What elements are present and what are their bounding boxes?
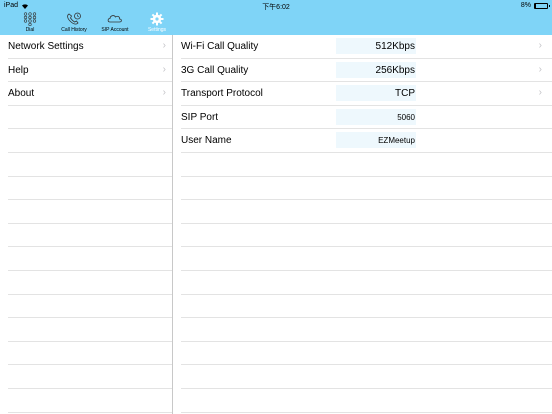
chevron-right-icon: › <box>162 40 166 51</box>
sidebar-item-about[interactable]: About › <box>8 82 172 106</box>
setting-row-transport-protocol[interactable]: Transport Protocol TCP › <box>181 82 552 106</box>
setting-row-3g-call-quality[interactable]: 3G Call Quality 256Kbps › <box>181 59 552 83</box>
empty-row <box>181 247 552 271</box>
tab-call-history[interactable]: Call History <box>56 12 92 35</box>
empty-row <box>181 177 552 201</box>
empty-row <box>181 153 552 177</box>
cloud-icon <box>107 15 122 23</box>
empty-row <box>181 342 552 366</box>
setting-value: 512Kbps <box>336 38 416 54</box>
status-bar: iPad 下午6:02 8% <box>0 0 552 12</box>
sip-port-field[interactable]: 5060 <box>336 108 416 125</box>
setting-value: 256Kbps <box>336 61 416 78</box>
battery-percent: 8% <box>520 2 531 9</box>
empty-row <box>181 389 552 413</box>
empty-row <box>8 318 172 342</box>
empty-row <box>8 271 172 295</box>
header-bar: iPad 下午6:02 8% Dial Call History SIP Acc… <box>0 0 552 38</box>
empty-row <box>8 365 172 389</box>
setting-label: SIP Port <box>181 111 219 123</box>
empty-row <box>8 200 172 224</box>
chevron-right-icon: › <box>538 40 542 51</box>
user-name-field[interactable]: EZMeetup <box>336 132 416 149</box>
tab-dial[interactable]: Dial <box>16 12 44 35</box>
settings-sidebar: Network Settings › Help › About › <box>8 35 172 414</box>
chevron-right-icon: › <box>538 87 542 99</box>
empty-row <box>8 153 172 177</box>
tab-dial-label: Dial <box>25 27 35 33</box>
empty-row <box>8 177 172 201</box>
empty-row <box>8 342 172 366</box>
setting-label: User Name <box>181 135 232 147</box>
empty-row <box>181 200 552 224</box>
sidebar-item-help[interactable]: Help › <box>8 59 172 83</box>
sidebar-item-label: About <box>8 88 35 100</box>
empty-row <box>8 106 172 130</box>
sidebar-item-label: Help <box>8 64 29 76</box>
battery-icon <box>534 2 550 9</box>
chevron-right-icon: › <box>162 63 166 75</box>
empty-row <box>181 271 552 295</box>
tab-call-history-label: Call History <box>61 27 87 33</box>
empty-row <box>181 224 552 248</box>
tab-sip-account[interactable]: SIP Account <box>97 12 133 35</box>
tab-sip-account-label: SIP Account <box>101 27 129 33</box>
chevron-right-icon: › <box>538 63 542 75</box>
empty-row <box>181 295 552 319</box>
empty-row <box>8 247 172 271</box>
keypad-icon <box>23 12 37 26</box>
call-history-icon <box>67 12 81 25</box>
setting-value: TCP <box>336 85 416 102</box>
empty-row <box>8 295 172 319</box>
chevron-right-icon: › <box>162 87 166 99</box>
empty-row <box>181 365 552 389</box>
empty-row <box>8 389 172 413</box>
setting-label: 3G Call Quality <box>181 64 249 76</box>
setting-row-wifi-call-quality[interactable]: Wi-Fi Call Quality 512Kbps › <box>181 35 552 59</box>
network-settings-detail: Wi-Fi Call Quality 512Kbps › 3G Call Qua… <box>181 35 552 414</box>
setting-label: Wi-Fi Call Quality <box>181 41 259 52</box>
setting-row-sip-port: SIP Port 5060 <box>181 106 552 130</box>
status-time: 下午6:02 <box>262 4 290 11</box>
split-view-divider <box>172 35 173 414</box>
empty-row <box>181 318 552 342</box>
empty-row <box>8 129 172 153</box>
tab-settings[interactable]: Settings <box>144 12 170 38</box>
setting-label: Transport Protocol <box>181 88 263 100</box>
gear-icon <box>150 12 164 26</box>
setting-row-user-name: User Name EZMeetup <box>181 129 552 153</box>
tab-settings-label: Settings <box>147 27 167 33</box>
sidebar-item-label: Network Settings <box>8 41 84 52</box>
empty-row <box>8 224 172 248</box>
sidebar-item-network-settings[interactable]: Network Settings › <box>8 35 172 59</box>
